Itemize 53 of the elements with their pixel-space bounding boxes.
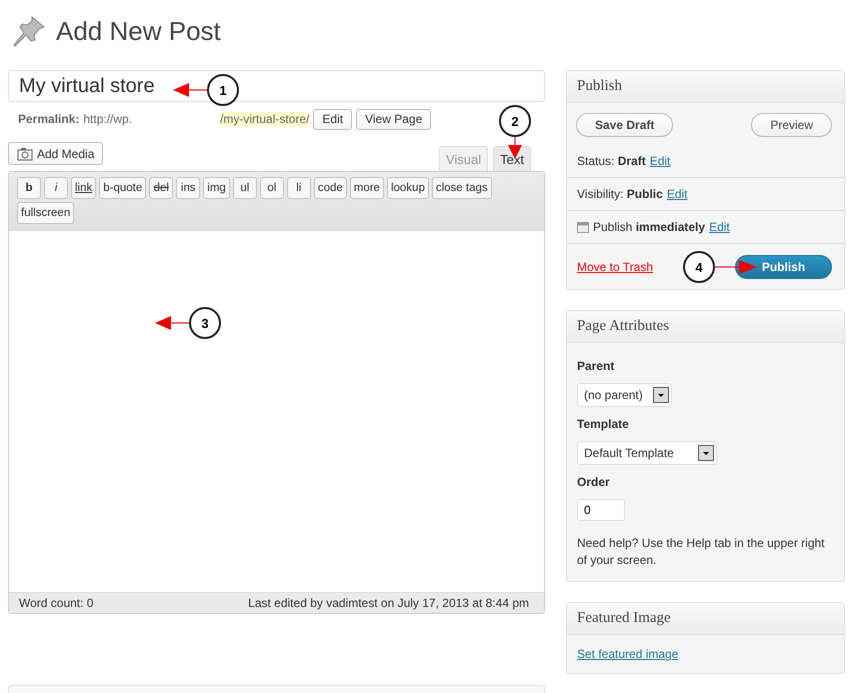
edit-link[interactable]: Edit xyxy=(650,154,670,168)
format-button[interactable]: close tags xyxy=(432,177,492,199)
permalink-slug: /my-virtual-store/ xyxy=(220,112,310,126)
editor-tab[interactable]: Text xyxy=(493,146,531,171)
format-button[interactable]: code xyxy=(314,177,347,199)
arrow xyxy=(715,260,757,274)
parent-select[interactable]: (no parent) xyxy=(577,383,672,407)
edit-link[interactable]: Edit xyxy=(709,220,730,234)
edit-button[interactable]: Edit xyxy=(313,108,352,130)
set-featured-image-link[interactable]: Set featured image xyxy=(577,647,678,661)
preview-button[interactable]: Preview xyxy=(751,113,832,137)
arrow xyxy=(155,316,189,330)
callout-number: 2 xyxy=(499,105,531,137)
field-label: Order xyxy=(577,475,610,489)
permalink-label: Permalink: xyxy=(18,112,80,126)
add-media-button[interactable]: Add Media xyxy=(8,142,104,165)
panel-title: Featured Image xyxy=(567,603,844,635)
publish-setting: Visibility: Public xyxy=(577,187,663,201)
format-button[interactable]: lookup xyxy=(386,177,429,199)
field-label: Template xyxy=(577,417,629,431)
word-count: Word count: 0 xyxy=(19,596,94,610)
format-button[interactable]: ol xyxy=(260,177,284,199)
page-title: Add New Post xyxy=(56,16,221,46)
save-draft-button[interactable]: Save Draft xyxy=(576,113,674,137)
publish-button[interactable]: Publish xyxy=(735,254,832,278)
format-button[interactable]: li xyxy=(286,177,311,199)
format-button[interactable]: b-quote xyxy=(99,177,146,199)
publish-setting: Status: Draft xyxy=(577,154,646,168)
move-to-trash-link[interactable]: Move to Trash xyxy=(577,260,654,274)
help-text: Need help? Use the Help tab in the upper right of your screen. xyxy=(577,535,826,569)
edit-link[interactable]: Edit xyxy=(666,187,688,201)
field-label: Parent xyxy=(577,359,614,373)
pushpin-icon xyxy=(12,15,46,47)
template-select[interactable]: Default Template xyxy=(577,441,717,465)
format-button[interactable]: fullscreen xyxy=(17,202,74,224)
format-button[interactable]: b xyxy=(17,177,41,199)
format-button[interactable]: i xyxy=(44,177,68,199)
last-edited-text: Last edited by vadimtest on July 17, 2013 at 8:44 pm xyxy=(248,596,529,610)
permalink-base: http://wp. xyxy=(83,112,132,126)
format-button[interactable]: del xyxy=(149,177,174,199)
camera-icon xyxy=(17,146,33,160)
format-button[interactable]: img xyxy=(203,177,230,199)
publish-setting: Publish immediately xyxy=(593,220,706,234)
view-page-button[interactable]: View Page xyxy=(356,108,432,130)
calendar-icon xyxy=(577,221,589,233)
format-button[interactable]: link xyxy=(71,177,96,199)
format-button[interactable]: ul xyxy=(232,177,257,199)
arrow xyxy=(173,83,207,97)
panel-title: Publish xyxy=(567,71,844,103)
order-field[interactable]: 0 xyxy=(577,499,625,521)
format-button[interactable]: more xyxy=(350,177,384,199)
format-button[interactable]: ins xyxy=(176,177,200,199)
panel-title: Page Attributes xyxy=(567,311,844,343)
